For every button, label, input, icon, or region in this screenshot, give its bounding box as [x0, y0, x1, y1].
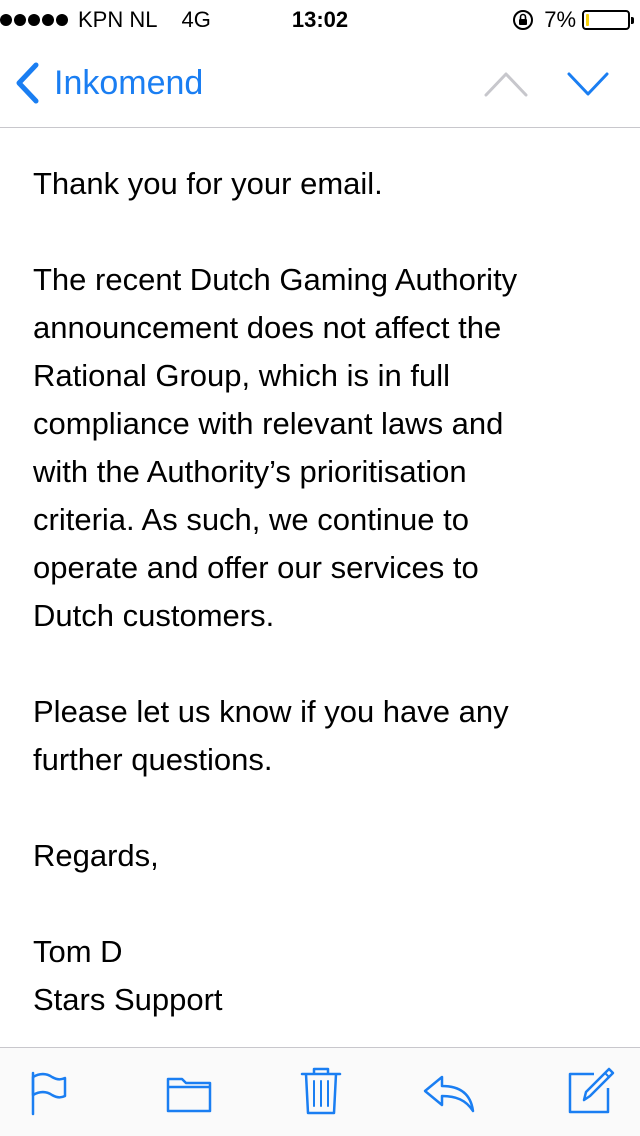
email-paragraph: Please let us know if you have any furth…	[33, 688, 613, 784]
email-line: Rational Group, which is in full	[33, 358, 450, 393]
compose-button[interactable]	[566, 1066, 616, 1116]
navigation-bar: Inkomend	[0, 40, 640, 128]
email-line: compliance with relevant laws and	[33, 406, 504, 441]
battery-icon	[582, 10, 634, 30]
email-line: The recent Dutch Gaming Authority	[33, 262, 518, 297]
email-line: with the Authority’s prioritisation	[33, 454, 467, 489]
move-to-folder-button[interactable]	[166, 1075, 212, 1113]
signature-team: Stars Support	[33, 982, 223, 1017]
mail-message-screen: KPN NL 4G 13:02 7% Inkomend Thank you fo…	[0, 0, 640, 1136]
folder-icon	[166, 1077, 212, 1113]
back-button[interactable]: Inkomend	[14, 62, 203, 104]
trash-button[interactable]	[300, 1066, 342, 1116]
compose-icon	[568, 1067, 615, 1114]
email-paragraph: The recent Dutch Gaming Authority announ…	[33, 256, 613, 640]
email-line: Thank you for your email.	[33, 166, 383, 201]
signature-name: Tom D	[33, 934, 123, 969]
chevron-left-icon	[16, 62, 39, 104]
flag-button[interactable]	[30, 1070, 68, 1116]
email-line: announcement does not affect the	[33, 310, 502, 345]
back-label: Inkomend	[54, 64, 204, 102]
bottom-toolbar	[0, 1047, 640, 1136]
next-message-button[interactable]	[566, 70, 610, 98]
status-right: 7%	[512, 6, 634, 34]
reply-button[interactable]	[422, 1074, 476, 1114]
trash-icon	[300, 1067, 342, 1115]
battery-percent: 7%	[544, 7, 576, 32]
rotation-lock-icon	[513, 10, 534, 30]
email-line: criteria. As such, we continue to	[33, 502, 469, 537]
email-paragraph: Thank you for your email.	[33, 160, 613, 208]
email-line: Please let us know if you have any	[33, 694, 509, 729]
chevron-down-icon	[567, 72, 609, 96]
email-line: further questions.	[33, 742, 273, 777]
chevron-up-icon	[484, 72, 528, 97]
reply-icon	[423, 1075, 475, 1113]
previous-message-button[interactable]	[483, 70, 529, 98]
email-signature: Tom D Stars Support	[33, 928, 613, 1024]
status-bar: KPN NL 4G 13:02 7%	[0, 0, 640, 40]
flag-icon	[31, 1071, 67, 1116]
email-line: Regards,	[33, 838, 159, 873]
battery-fill	[586, 14, 589, 26]
email-body: Thank you for your email. The recent Dut…	[33, 160, 613, 1024]
email-line: Dutch customers.	[33, 598, 275, 633]
email-paragraph: Regards,	[33, 832, 613, 880]
email-line: operate and offer our services to	[33, 550, 479, 585]
